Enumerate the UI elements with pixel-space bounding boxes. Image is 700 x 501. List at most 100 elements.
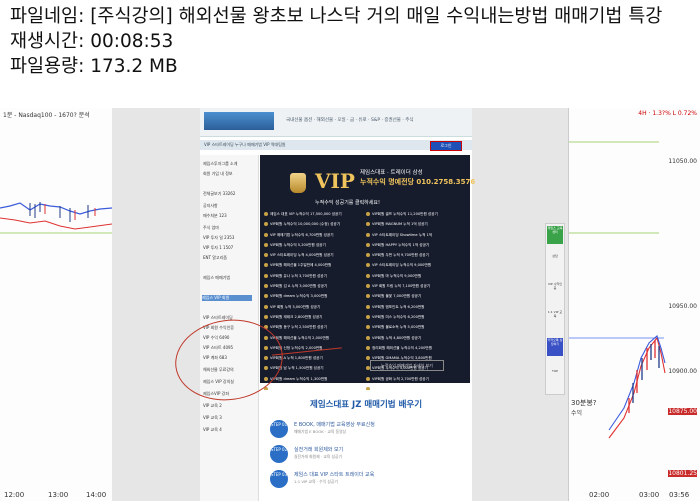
vip-subtitle: 누적수익 성공기를 클릭하세요! [315, 200, 380, 206]
vip-list-row-text: VIP회원 김 A 누적 3,000만원 성공기 [270, 284, 328, 289]
step-title[interactable]: 실전거래 회원제와 보기 [294, 446, 343, 453]
vip-list-row[interactable]: VIP회원 골프 누적수익 11,200만원 성공기 [366, 212, 466, 222]
vip-list-row[interactable]: VIP회원 김 A 누적 3,000만원 성공기 [264, 284, 364, 294]
vip-list-row-text: VIP회원 공화 누적 2,700만원 성공기 [372, 376, 429, 381]
sidebar-item[interactable]: 제임스 매매기법 [203, 275, 230, 281]
sidebar-item[interactable]: VIP 교육 2 [203, 403, 222, 409]
vip-list-row[interactable]: VIP회원 유나 누적 3,700만원 성공기 [264, 273, 364, 284]
floatbar-item[interactable]: 카카오톡 상담하기 [547, 338, 563, 356]
bullet-icon [366, 284, 370, 289]
vip-list-row[interactable]: VIP 스타트레이딩 누적 4,000만원 성공기 [264, 253, 364, 263]
sidebar-item[interactable]: VIP 투자 1 1507 [203, 245, 233, 251]
vip-list-row[interactable]: VIP회원 dream 누적수익 1,300만원 [264, 376, 364, 387]
login-button[interactable]: 로그인 [430, 141, 462, 151]
vip-list-row-text: VIP회원 불꽃 7,000만원 성공기 [372, 294, 422, 299]
sidebar-item[interactable]: VIP 교육 3 [203, 415, 222, 421]
vip-list-row[interactable]: VIP회원 누적 4,800만원 성공기 [366, 335, 466, 346]
floatbar-item[interactable]: VIP 수익인증 [547, 282, 563, 300]
vip-list-row-text: VIP회원 두번 누적 9,700만원 성공기 [372, 253, 429, 258]
vip-list-row[interactable]: VIP회원 불꽃 7,000만원 성공기 [366, 294, 466, 304]
step-subtitle: 1:1 VIP 교육 · 수익 성공기 [294, 479, 338, 484]
video-frame: 1분 - Nasdaq100 - 1670? 분석 12:00 13:00 14… [0, 108, 700, 501]
floatbar-item[interactable]: 1:1 VIP 교육 [547, 310, 563, 328]
bullet-icon [366, 325, 370, 330]
floatbar-item[interactable]: 상담 [547, 254, 563, 272]
vip-list-row[interactable]: VIP회원 동구 누적 2,500만원 성공기 [264, 325, 364, 335]
vip-list-row[interactable]: VIP회원 재테크 2,800만원 성공기 [264, 314, 364, 325]
bullet-icon [264, 314, 268, 319]
vip-list-row-text: VIP회원 누적수익 10,000,000 (수정) 성공기 [270, 222, 341, 227]
vip-list-row[interactable]: VIP회원 불로소득 누적 5,000만원 [366, 325, 466, 335]
bullet-icon [366, 314, 370, 319]
sidebar-item[interactable]: 주식 엄마 [203, 225, 219, 231]
site-logo[interactable] [204, 112, 274, 130]
vip-list-row[interactable]: VIP 회원 드림 누적 7,100만원 성공기 [366, 284, 466, 294]
step-title[interactable]: E BOOK, 매매기법 교육영상 무료신청 [294, 421, 375, 428]
vip-list-row[interactable]: VIP회원 두번 누적 9,700만원 성공기 [366, 253, 466, 263]
vip-list-row[interactable]: 정리회원 해외선물 누적수익 4,200만원 [366, 345, 466, 356]
bullet-icon [366, 335, 370, 340]
learn-title: 제임스대표 JZ 매매기법 배우기 [310, 400, 423, 410]
vip-list-row[interactable]: VIP회원 누적수익 10,000,000 (수정) 성공기 [264, 222, 364, 232]
bullet-icon [264, 242, 268, 247]
sidebar-item[interactable]: 공지사항 [203, 203, 218, 209]
right-y-tick-price: 10801.25 [668, 470, 697, 477]
sidebar-item[interactable]: 제임스투자그룹 소개 [203, 161, 237, 167]
vip-list-row[interactable]: VIP회원 미스 누적수익 6,200만원 [366, 314, 466, 325]
floatbar-item[interactable]: TOP [547, 369, 563, 387]
bullet-icon [366, 294, 370, 299]
bullet-icon [366, 304, 370, 309]
vip-list-row-text: VIP회원 dream 누적수익 1,300만원 [270, 376, 328, 381]
sidebar-item[interactable]: 전체글보기 33262 [203, 191, 235, 197]
right-x-tick: 03:56 [669, 491, 690, 499]
website-screenshot: 국내선물 옵션 · 해외선물 · 오일 · 금 · 유로 · S&P · 증권선… [112, 108, 568, 501]
vip-logo: VIP [315, 169, 355, 193]
vip-list-row[interactable]: VIP회원 마 누적수익 9,000만원 [366, 273, 466, 284]
vip-list-row[interactable]: VIP회원 HAPPY 누적수익 1억 성공기 [366, 242, 466, 253]
vip-list-row[interactable]: VIP회원 MAGNUM 누적 1억 성공기 [366, 222, 466, 232]
sidebar-item-selected[interactable]: 제임스 VIP 회원 [202, 295, 252, 301]
floatbar-item[interactable]: 제임스 교육센터 [547, 226, 563, 244]
vip-list-row[interactable]: VIP 매매기법 누적수익 6,700만원 성공기 [264, 232, 364, 243]
vip-list-row[interactable]: VIP 스타트레이딩 누적수익 9,000만원 [366, 263, 466, 273]
vip-list-row-text: VIP회원 유나 누적 3,700만원 성공기 [270, 273, 327, 278]
trophy-icon [290, 173, 306, 193]
vip-list-row-text: VIP회원 해외선물 누적수익 2,000만원 [270, 335, 330, 340]
right-x-tick: 03:00 [639, 491, 660, 499]
vip-list-row[interactable]: VIP회원 엠포인트 누적 6,200만원 [366, 304, 466, 315]
vip-list-row-text: VIP회원 재테크 2,800만원 성공기 [270, 314, 323, 319]
step-title[interactable]: 제임스 대표 VIP 스타트 트레이더 교육 [294, 471, 374, 478]
vip-list-row-text: VIP회원 dream 누적수익 3,000만원 [270, 294, 328, 299]
vip-more-button[interactable]: 누적수익 매매기법 자세히 보기 [370, 360, 444, 371]
vip-list-row-text: VIP 회원 누적 3,000만원 성공기 [270, 304, 321, 309]
sidebar-item[interactable]: 회원 가입 내 정보 [203, 171, 233, 177]
floating-sidebar: 제임스 교육센터 상담 VIP 수익인증 1:1 VIP 교육 카카오톡 상담하… [545, 223, 565, 395]
sidebar-item[interactable]: VIP 교육 4 [203, 427, 222, 433]
vip-list-row[interactable]: VIP 스타트레이딩 Showtime 누적 1억 [366, 232, 466, 243]
sidebar-item[interactable]: ENT 알고리즘 [203, 255, 227, 261]
playtime-line: 재생시간: 00:08:53 [10, 29, 700, 54]
vip-list-row[interactable]: VIP회원 누적수익 5,200만원 성공기 [264, 242, 364, 253]
vip-hof-line1: 제임스대표 · 트레이더 삼성 [360, 170, 423, 176]
step-subtitle: 매매기법 E BOOK · 교육 동영상 [294, 429, 347, 434]
left-x-tick: 14:00 [86, 491, 107, 499]
right-y-tick: 10950.00 [668, 303, 697, 310]
filesize-label: 파일용량: [10, 56, 91, 77]
bullet-icon [366, 232, 370, 237]
sidebar-item[interactable]: VIP 투자 일 2353 [203, 235, 234, 241]
playtime-label: 재생시간: [10, 31, 91, 52]
vip-hof-line2: 누적수익 명예전당 010.2758.3576 [360, 178, 476, 186]
vip-list-row[interactable]: 제임스 대표 VIP 누적수익 17,500,000 성공기 [264, 212, 364, 222]
right-y-tick: 10900.00 [668, 368, 697, 375]
bullet-icon [366, 222, 370, 227]
vip-list-row[interactable]: VIP회원 해외선물 1주일만에 4,000만원 [264, 263, 364, 273]
vip-list-row[interactable]: VIP회원 공화 누적 2,700만원 성공기 [366, 376, 466, 387]
step-badge: STEP 03 [270, 470, 288, 488]
sidebar-item[interactable]: 매수처분 123 [203, 213, 227, 219]
vip-list-row[interactable]: VIP회원 dream 누적수익 3,000만원 [264, 294, 364, 304]
vip-list-row[interactable]: VIP 회원 누적 3,000만원 성공기 [264, 304, 364, 315]
site-nav[interactable]: 국내선물 옵션 · 해외선물 · 오일 · 금 · 유로 · S&P · 증권선… [286, 117, 414, 123]
vip-list-row-text: VIP 스타트레이딩 누적수익 9,000만원 [372, 263, 432, 268]
vip-list-row-text: VIP회원 누적수익 5,200만원 성공기 [270, 242, 326, 247]
bullet-icon [264, 212, 268, 216]
